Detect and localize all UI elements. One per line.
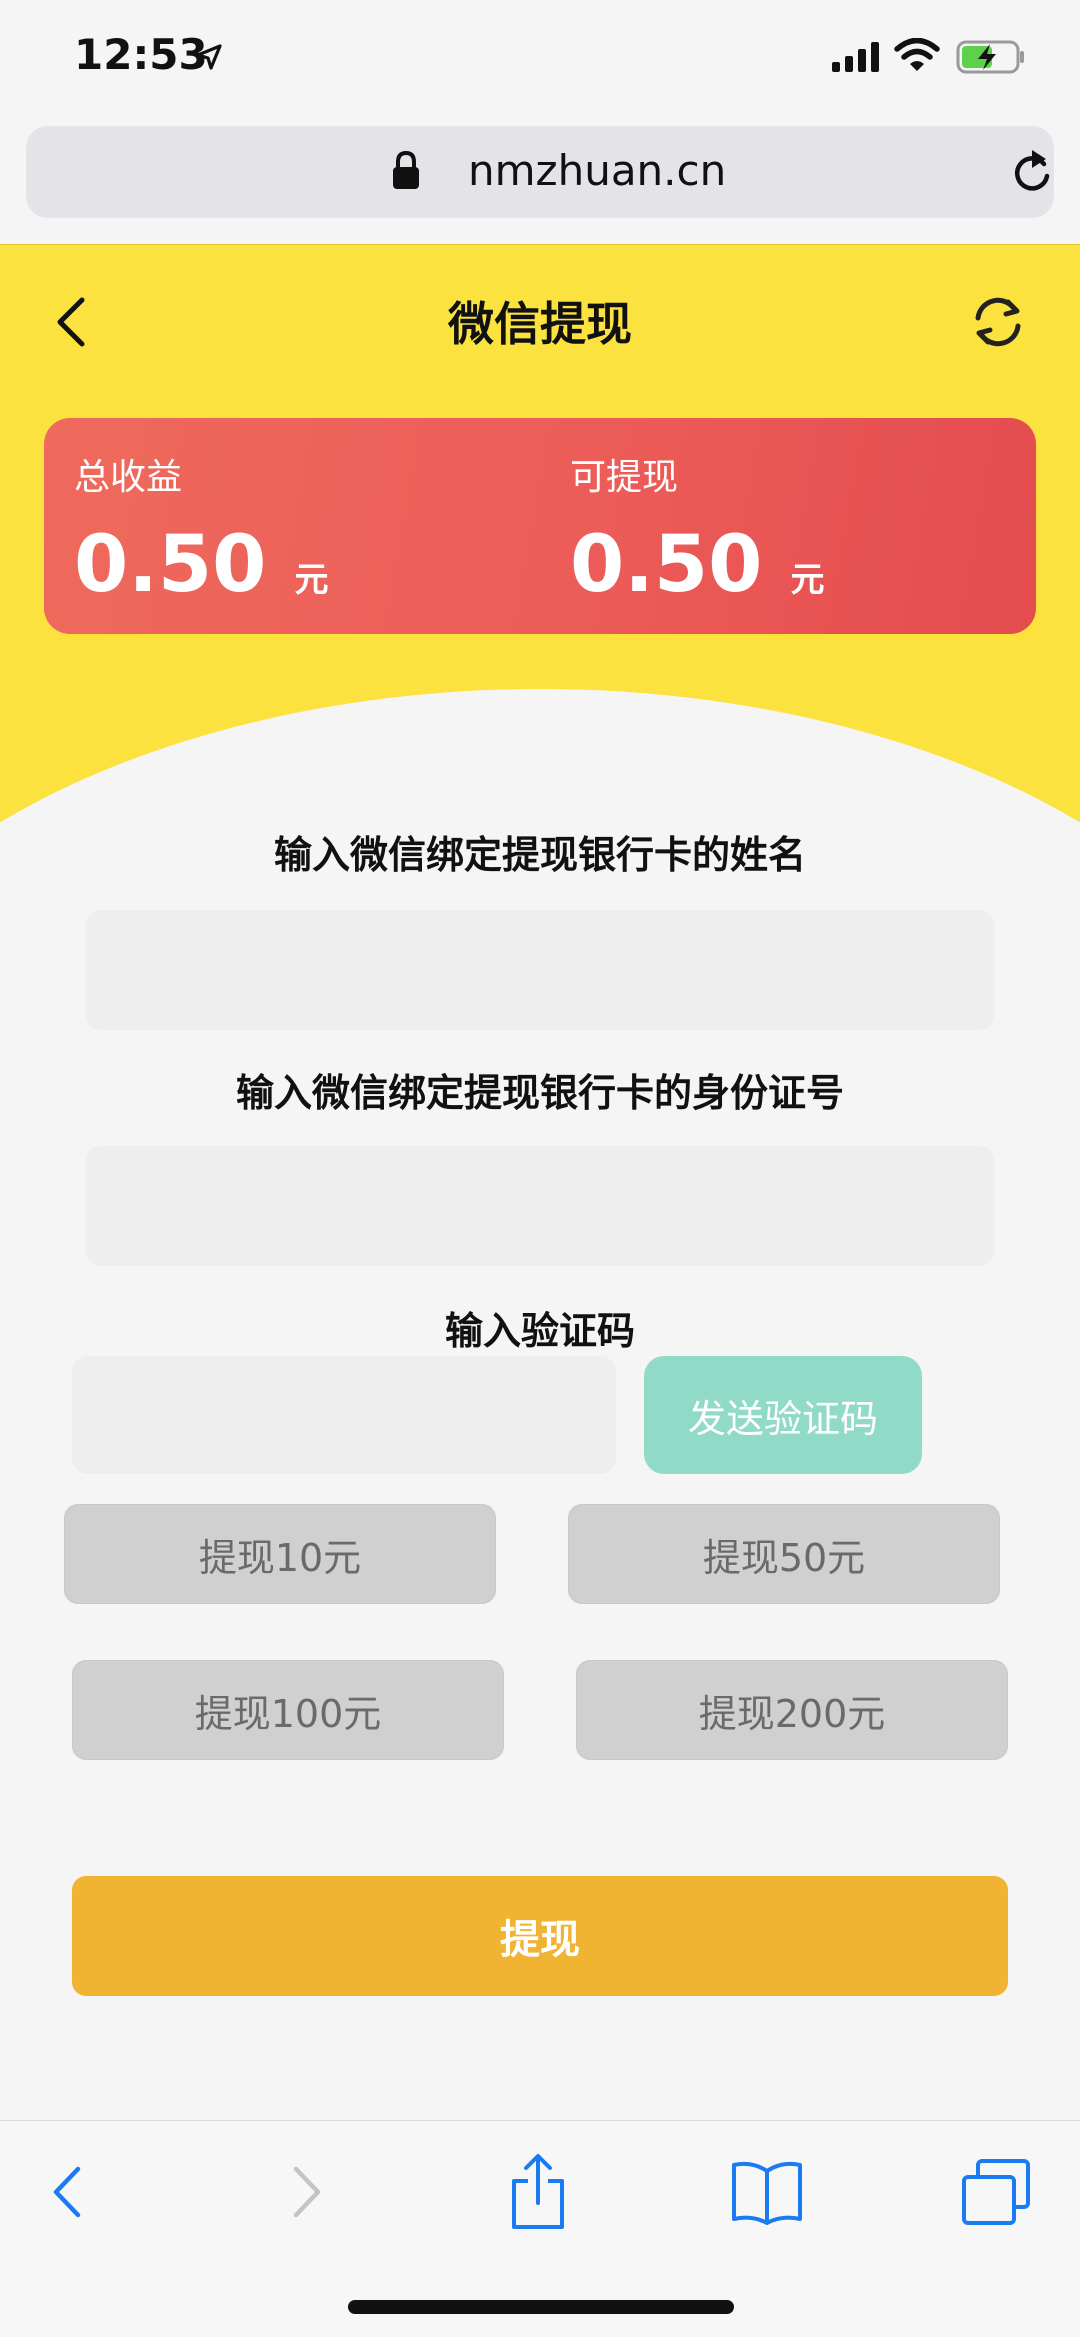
url-text: nmzhuan.cn [468, 146, 727, 195]
total-earnings: 总收益 0.50 元 [74, 448, 328, 610]
cellular-signal-icon [832, 42, 879, 72]
send-code-button[interactable]: 发送验证码 [644, 1356, 922, 1474]
verification-code-input[interactable] [72, 1356, 616, 1474]
total-earnings-value: 0.50 [74, 520, 267, 610]
battery-charging-icon [956, 40, 1024, 74]
name-field-label: 输入微信绑定提现银行卡的姓名 [273, 833, 806, 877]
earnings-card: 总收益 0.50 元 可提现 0.50 元 [44, 418, 1036, 634]
status-time: 12:53 [74, 30, 208, 79]
browser-back-icon[interactable] [48, 2157, 88, 2227]
status-bar: 12:53 [0, 0, 1080, 120]
withdraw-100-button[interactable]: 提现100元 [72, 1660, 504, 1760]
verification-code-label: 输入验证码 [444, 1309, 635, 1353]
id-number-field-label: 输入微信绑定提现银行卡的身份证号 [235, 1071, 844, 1115]
tabs-icon[interactable] [960, 2157, 1032, 2227]
location-arrow-icon [196, 44, 222, 70]
withdrawable-unit: 元 [790, 560, 825, 600]
withdraw-button[interactable]: 提现 [72, 1876, 1008, 1996]
total-earnings-label: 总收益 [74, 457, 183, 498]
withdraw-10-button[interactable]: 提现10元 [64, 1504, 496, 1604]
address-bar[interactable]: nmzhuan.cn [26, 126, 1054, 218]
withdrawable-label: 可提现 [570, 457, 679, 498]
id-number-input[interactable] [86, 1146, 994, 1266]
home-indicator [348, 2300, 734, 2314]
reload-icon[interactable] [1010, 146, 1054, 196]
withdraw-200-button[interactable]: 提现200元 [576, 1660, 1008, 1760]
refresh-icon[interactable] [968, 292, 1028, 352]
withdraw-50-button[interactable]: 提现50元 [568, 1504, 1000, 1604]
name-input[interactable] [86, 910, 994, 1030]
withdrawable-balance: 可提现 0.50 元 [570, 448, 824, 610]
wifi-icon [894, 38, 940, 71]
browser-forward-icon[interactable] [286, 2157, 326, 2227]
withdrawable-value: 0.50 [570, 520, 763, 610]
share-icon[interactable] [508, 2151, 568, 2231]
lock-icon [393, 150, 419, 189]
header-curve [0, 689, 1080, 844]
total-earnings-unit: 元 [294, 560, 329, 600]
bookmarks-icon[interactable] [730, 2157, 804, 2227]
page-title: 微信提现 [448, 297, 632, 351]
